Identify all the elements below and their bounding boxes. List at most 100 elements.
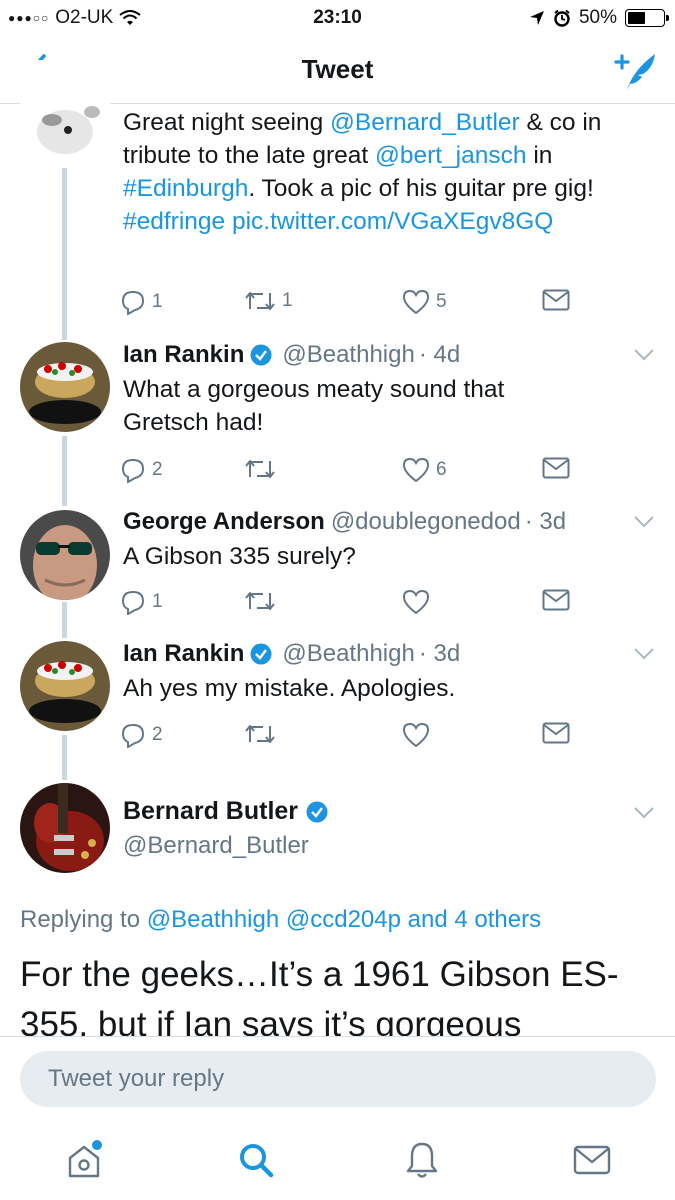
envelope-icon	[542, 722, 570, 744]
direct-message-action[interactable]	[542, 589, 570, 611]
tweet-text-fragment: in	[526, 142, 553, 169]
direct-message-action[interactable]	[542, 289, 570, 311]
retweet-icon	[245, 460, 275, 478]
reply-action[interactable]: 2	[120, 722, 163, 748]
reply-icon	[121, 590, 145, 615]
tweet-text: Ah yes my mistake. Apologies.	[123, 675, 456, 702]
status-bar: ●●●○○ O2-UK 23:10 50%	[0, 0, 675, 36]
focal-tweet-text: For the geeks…It’s a 1961 Gibson ES-355,…	[20, 955, 619, 1036]
user-handle[interactable]: @doublegonedod	[331, 508, 521, 536]
avatar[interactable]	[20, 342, 110, 432]
like-action[interactable]	[402, 589, 430, 615]
like-action[interactable]: 6	[402, 457, 447, 483]
display-name[interactable]: Ian Rankin	[123, 341, 244, 369]
heart-icon	[402, 457, 430, 483]
reply-action[interactable]: 2	[120, 457, 163, 483]
search-icon[interactable]	[234, 1138, 278, 1182]
display-name[interactable]: George Anderson	[123, 508, 325, 536]
battery-icon	[625, 9, 669, 27]
tweet-actions: 2 6	[120, 457, 580, 487]
heart-icon	[402, 589, 430, 615]
chevron-down-icon[interactable]	[633, 348, 655, 362]
reply-count: 1	[152, 591, 163, 612]
chevron-down-icon[interactable]	[633, 806, 655, 820]
user-handle[interactable]: @Beathhigh	[282, 341, 414, 369]
display-name[interactable]: Ian Rankin	[123, 640, 244, 668]
envelope-icon	[542, 457, 570, 479]
verified-badge-icon	[250, 344, 272, 366]
tweet-text: A Gibson 335 surely?	[123, 543, 356, 570]
like-count: 5	[436, 291, 447, 312]
thread-connector	[62, 436, 67, 506]
avatar[interactable]	[20, 60, 110, 156]
replying-to-label: Replying to	[20, 906, 147, 933]
retweet-icon	[245, 725, 275, 743]
tweet-text: What a gorgeous meaty sound that Gretsch…	[123, 376, 505, 436]
display-name[interactable]: Bernard Butler	[123, 797, 298, 826]
user-handle[interactable]: @Beathhigh	[282, 640, 414, 668]
like-count: 6	[436, 459, 447, 480]
tweet-text-fragment: . Took a pic of his guitar pre gig!	[248, 175, 594, 202]
tweet-actions: 1	[120, 589, 580, 619]
user-handle[interactable]: @Bernard_Butler	[123, 832, 338, 860]
tweet-header: Ian Rankin @Beathhigh · 4d	[123, 341, 460, 369]
direct-message-action[interactable]	[542, 722, 570, 744]
retweet-count: 1	[282, 290, 293, 311]
like-action[interactable]	[402, 722, 430, 748]
focal-tweet-header: Bernard Butler @Bernard_Butler	[123, 797, 338, 860]
thread-connector	[62, 735, 67, 780]
retweet-action[interactable]	[244, 457, 276, 481]
like-action[interactable]: 5	[402, 289, 447, 315]
tweet-link[interactable]: pic.twitter.com/VGaXEgv8GQ	[232, 208, 553, 235]
reply-count: 2	[152, 459, 163, 480]
thread-connector	[62, 168, 67, 340]
reply-input[interactable]	[20, 1051, 656, 1107]
reply-bar	[0, 1036, 675, 1122]
tweet-header: Ian Rankin @Beathhigh · 3d	[123, 640, 460, 668]
tweet-text-fragment: Great night seeing	[123, 109, 331, 136]
reply-action[interactable]: 1	[120, 589, 163, 615]
envelope-icon	[542, 589, 570, 611]
retweet-action[interactable]	[244, 722, 276, 746]
timestamp: · 4d	[418, 341, 461, 368]
retweet-icon	[245, 292, 275, 310]
avatar[interactable]	[20, 510, 110, 600]
reply-count: 2	[152, 724, 163, 745]
reply-action[interactable]: 1	[120, 289, 163, 315]
avatar[interactable]	[20, 641, 110, 731]
envelope-icon	[542, 289, 570, 311]
avatar[interactable]	[20, 783, 110, 873]
timestamp: · 3d	[418, 640, 461, 667]
chevron-down-icon[interactable]	[633, 515, 655, 529]
tweet-link[interactable]: @bert_jansch	[375, 142, 527, 169]
reply-count: 1	[152, 291, 163, 312]
verified-badge-icon	[250, 643, 272, 665]
heart-icon	[402, 722, 430, 748]
timestamp: · 3d	[524, 508, 567, 535]
retweet-action[interactable]: 1	[244, 289, 293, 313]
chevron-down-icon[interactable]	[633, 647, 655, 661]
notifications-bell-icon[interactable]	[400, 1138, 444, 1182]
direct-message-action[interactable]	[542, 457, 570, 479]
tweet-actions: 2	[120, 722, 580, 752]
tweet-link[interactable]: #Edinburgh	[123, 175, 248, 202]
location-arrow-icon	[529, 11, 544, 25]
messages-envelope-icon[interactable]	[570, 1138, 614, 1182]
compose-tweet-icon[interactable]	[613, 48, 659, 94]
battery-percent: 50%	[578, 7, 617, 28]
replying-to-users[interactable]: @Beathhigh @ccd204p and 4 others	[147, 906, 541, 933]
verified-badge-icon	[306, 801, 328, 822]
replying-to-line: Replying to @Beathhigh @ccd204p and 4 ot…	[20, 906, 541, 934]
thread-connector	[62, 602, 67, 638]
tweet-text: Great night seeing @Bernard_Butler & co …	[123, 106, 663, 276]
tweet-header: George Anderson @doublegonedod · 3d	[123, 508, 566, 536]
tweet-link[interactable]: #edfringe	[123, 208, 225, 235]
heart-icon	[402, 289, 430, 315]
retweet-action[interactable]	[244, 589, 276, 613]
home-icon[interactable]	[62, 1138, 106, 1182]
tweet-actions: 1 1 5	[120, 289, 580, 319]
reply-icon	[121, 290, 145, 315]
tweet-link[interactable]: @Bernard_Butler	[330, 109, 520, 136]
retweet-icon	[245, 592, 275, 610]
alarm-icon	[554, 9, 570, 27]
